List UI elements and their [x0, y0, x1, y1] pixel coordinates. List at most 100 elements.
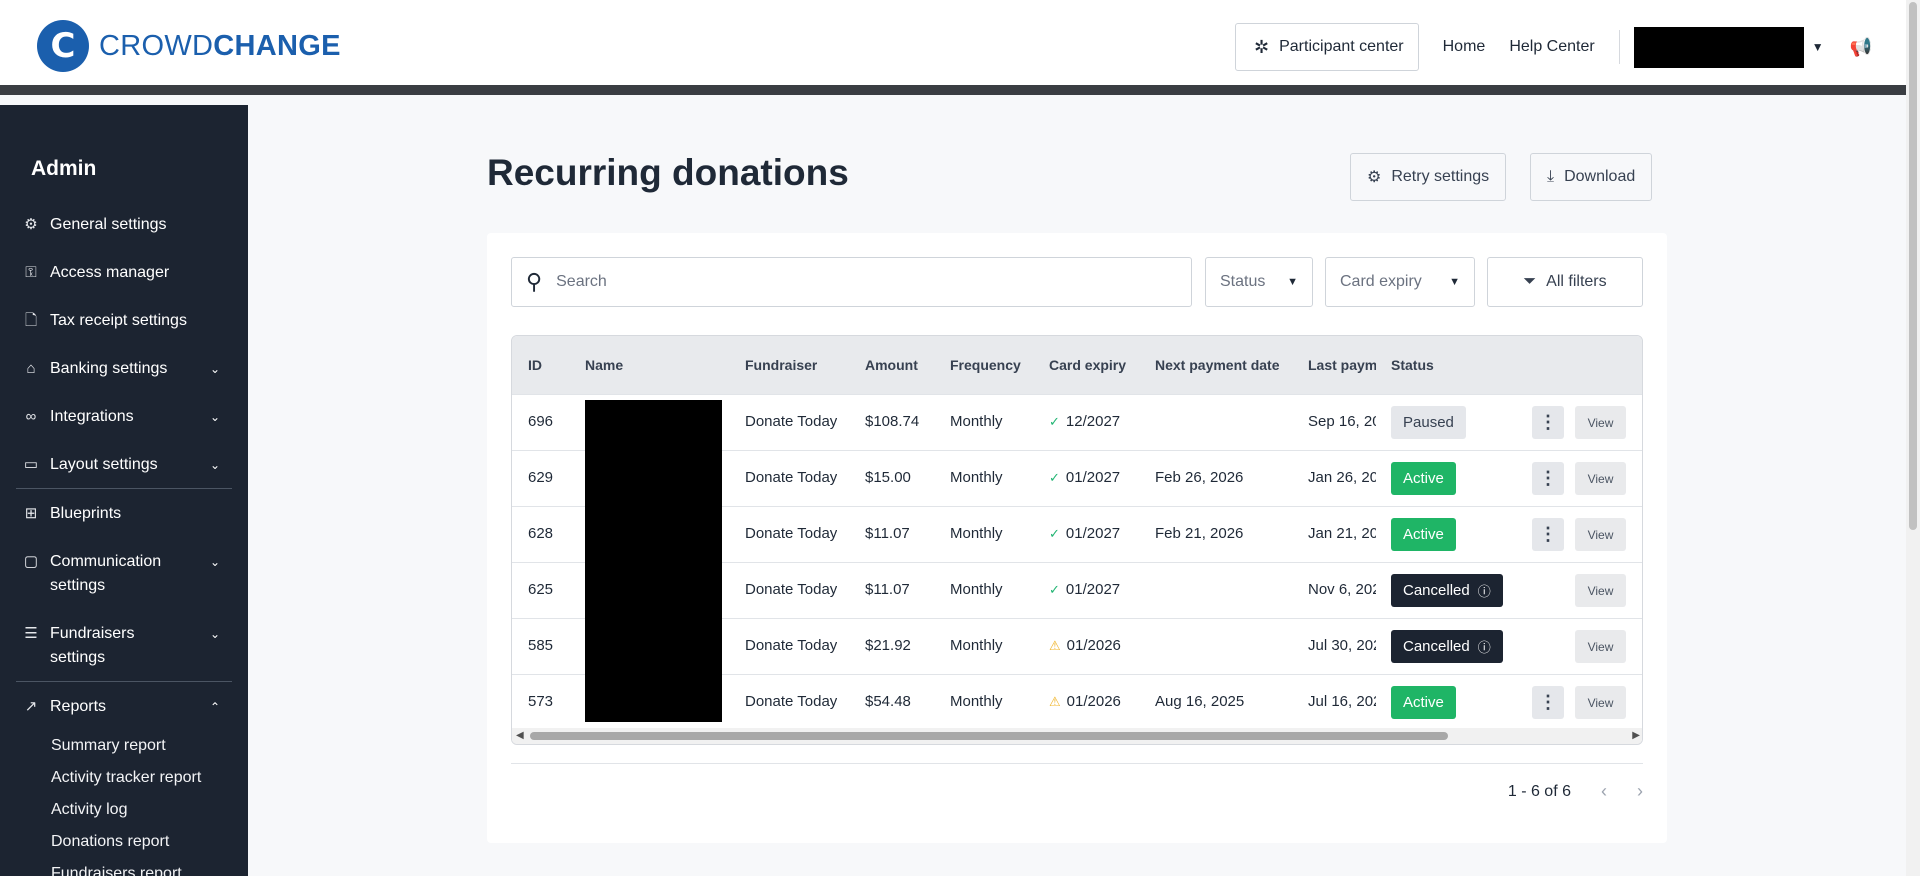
view-button[interactable]: View	[1575, 518, 1626, 551]
scrollbar-thumb[interactable]	[530, 732, 1448, 740]
logo-icon: C	[37, 20, 89, 72]
participant-center-button[interactable]: ✲ Participant center	[1235, 23, 1419, 71]
card-expiry-value: 01/2027	[1065, 469, 1121, 486]
cell-frequency: Monthly	[950, 469, 1003, 486]
all-filters-label: All filters	[1546, 273, 1607, 290]
cell-frequency: Monthly	[950, 581, 1003, 598]
cell-fundraiser: Donate Today	[745, 637, 838, 654]
sidebar-item-communication-settings[interactable]: ▢ Communication settings ⌄	[22, 550, 232, 598]
view-button[interactable]: View	[1575, 574, 1626, 607]
all-filters-button[interactable]: ⏷ All filters	[1487, 257, 1643, 307]
logo-text: CROWDCHANGE	[99, 30, 341, 63]
column-header-status[interactable]: Status	[1391, 357, 1434, 373]
download-button[interactable]: ⤓ Download	[1530, 153, 1653, 201]
search-icon: ⚲	[526, 269, 543, 294]
card-expiry-filter[interactable]: Card expiry ▼	[1325, 257, 1475, 307]
sidebar-item-label: Tax receipt settings	[50, 312, 187, 329]
sidebar-subitem-activity-log[interactable]: Activity log	[51, 801, 127, 819]
sidebar-subitem-summary-report[interactable]: Summary report	[51, 737, 166, 755]
sidebar-subitem-activity-tracker-report[interactable]: Activity tracker report	[51, 769, 201, 787]
cell-fundraiser: Donate Today	[745, 413, 838, 430]
cell-last-payment: Jan 26, 20	[1308, 469, 1376, 486]
search-input[interactable]	[556, 273, 1157, 291]
cell-last-payment: Jul 30, 202	[1308, 637, 1376, 654]
sidebar: Admin ⚙ General settings ⚿ Access manager …	[0, 105, 248, 876]
card-expiry-value: 01/2027	[1065, 581, 1121, 598]
user-menu-redacted[interactable]	[1633, 26, 1804, 68]
home-link[interactable]: Home	[1443, 38, 1486, 56]
view-button[interactable]: View	[1575, 630, 1626, 663]
sidebar-subitem-donations-report[interactable]: Donations report	[51, 833, 169, 851]
document-icon: 🗋	[24, 312, 38, 329]
check-circle-icon: ✓	[1049, 526, 1060, 541]
cell-frequency: Monthly	[950, 693, 1003, 710]
blueprint-icon: ⊞	[24, 505, 38, 522]
download-icon: ⤓	[1547, 168, 1555, 185]
sidebar-subitem-fundraisers-report[interactable]: Fundraisers report	[51, 865, 182, 876]
column-header-id[interactable]: ID	[528, 357, 542, 373]
column-header-amount[interactable]: Amount	[865, 357, 918, 373]
megaphone-icon[interactable]: 📢	[1850, 37, 1872, 58]
scroll-right-arrow-icon[interactable]: ▶	[1632, 730, 1640, 741]
column-header-last-payment[interactable]: Last paym	[1308, 357, 1376, 373]
check-circle-icon: ✓	[1049, 582, 1060, 597]
sidebar-item-tax-receipt-settings[interactable]: 🗋 Tax receipt settings	[22, 309, 232, 333]
cell-card-expiry: ✓ 12/2027	[1049, 413, 1120, 430]
card-expiry-value: 01/2026	[1066, 693, 1121, 710]
help-center-link[interactable]: Help Center	[1509, 38, 1594, 56]
info-icon[interactable]: ⓘ	[1478, 637, 1491, 656]
page-scrollbar[interactable]	[1906, 0, 1920, 876]
status-badge-active: Active	[1391, 462, 1456, 495]
sliders-icon: ☰	[24, 625, 38, 642]
view-button[interactable]: View	[1575, 406, 1626, 439]
column-header-card-expiry[interactable]: Card expiry	[1049, 357, 1126, 373]
sidebar-divider	[16, 488, 232, 489]
chevron-left-icon[interactable]: ‹	[1601, 781, 1607, 802]
status-filter[interactable]: Status ▼	[1205, 257, 1313, 307]
logo[interactable]: C CROWDCHANGE	[37, 20, 341, 72]
sidebar-item-reports[interactable]: ↗ Reports ⌃	[22, 695, 232, 719]
sidebar-item-fundraisers-settings[interactable]: ☰ Fundraisers settings ⌄	[22, 622, 232, 670]
view-button[interactable]: View	[1575, 462, 1626, 495]
sidebar-item-label: Integrations	[50, 408, 134, 425]
scroll-left-arrow-icon[interactable]: ◀	[516, 730, 524, 741]
info-icon[interactable]: ⓘ	[1478, 581, 1491, 600]
sidebar-item-label: Fundraisers settings	[50, 625, 135, 666]
scrollbar-thumb[interactable]	[1909, 2, 1917, 530]
status-badge-paused: Paused	[1391, 406, 1466, 439]
more-options-icon[interactable]: ⋮	[1532, 462, 1564, 495]
sidebar-item-label: Banking settings	[50, 360, 168, 377]
sidebar-item-access-manager[interactable]: ⚿ Access manager	[22, 261, 232, 285]
sidebar-item-integrations[interactable]: ∞ Integrations ⌄	[22, 405, 232, 429]
retry-settings-label: Retry settings	[1391, 168, 1490, 185]
sidebar-item-general-settings[interactable]: ⚙ General settings	[22, 213, 232, 237]
table-horizontal-scrollbar[interactable]: ◀ ▶	[512, 728, 1642, 744]
cell-card-expiry: ✓ 01/2027	[1049, 469, 1120, 486]
more-options-icon[interactable]: ⋮	[1532, 518, 1564, 551]
column-header-name[interactable]: Name	[585, 357, 623, 373]
sidebar-item-label: Access manager	[50, 264, 170, 281]
more-options-icon[interactable]: ⋮	[1532, 686, 1564, 719]
column-header-next-payment-date[interactable]: Next payment date	[1155, 357, 1279, 373]
cell-amount: $21.92	[865, 637, 911, 654]
sidebar-item-layout-settings[interactable]: ▭ Layout settings ⌄	[22, 453, 232, 477]
donations-card: ⚲ Status ▼ Card expiry ▼ ⏷ All filters ID…	[487, 233, 1667, 843]
sidebar-item-label: General settings	[50, 216, 167, 233]
column-header-frequency[interactable]: Frequency	[950, 357, 1021, 373]
more-options-icon[interactable]: ⋮	[1532, 406, 1564, 439]
sidebar-item-blueprints[interactable]: ⊞ Blueprints	[22, 502, 232, 526]
sidebar-title: Admin	[31, 157, 97, 180]
sidebar-item-banking-settings[interactable]: ⌂ Banking settings ⌄	[22, 357, 232, 381]
chevron-down-icon[interactable]: ▼	[1812, 40, 1824, 54]
cell-id: 573	[528, 693, 554, 710]
status-badge-cancelled: Cancelled ⓘ	[1391, 574, 1503, 607]
cell-last-payment: Jan 21, 20	[1308, 525, 1376, 542]
chevron-right-icon[interactable]: ›	[1637, 781, 1643, 802]
search-box[interactable]: ⚲	[511, 257, 1192, 307]
chevron-down-icon: ⌄	[209, 555, 220, 569]
cell-amount: $11.07	[865, 525, 910, 542]
view-button[interactable]: View	[1575, 686, 1626, 719]
page-title: Recurring donations	[487, 152, 849, 193]
column-header-fundraiser[interactable]: Fundraiser	[745, 357, 817, 373]
retry-settings-button[interactable]: ⚙ Retry settings	[1350, 153, 1507, 201]
